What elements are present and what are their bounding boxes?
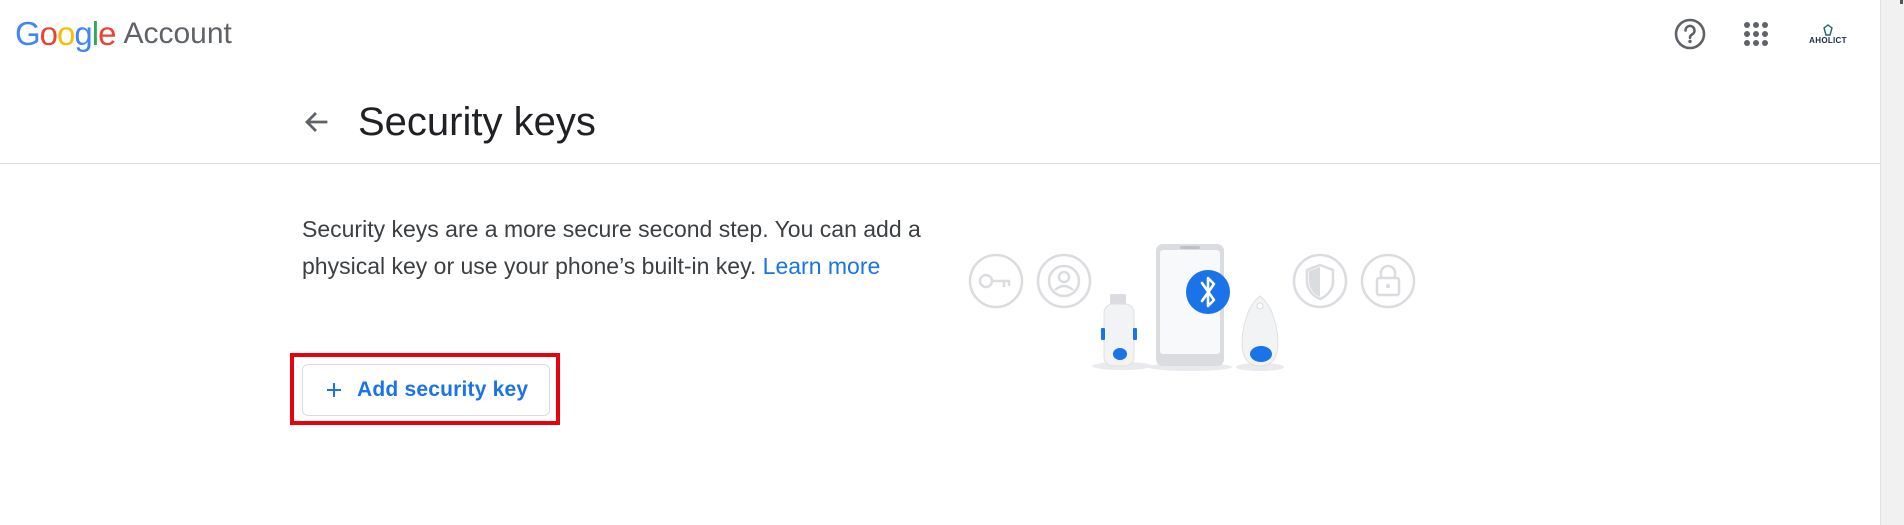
logo-letter: g	[74, 15, 92, 52]
security-keys-description: Security keys are a more secure second s…	[302, 211, 922, 285]
shield-icon	[1292, 253, 1348, 309]
product-name: Account	[123, 17, 232, 50]
fob-security-key-icon	[1236, 295, 1284, 371]
user-circle-icon	[1036, 253, 1092, 309]
usb-security-key-icon	[1092, 294, 1152, 370]
help-icon[interactable]	[1670, 14, 1710, 54]
logo-letter: G	[15, 15, 41, 52]
logo-letter: o	[39, 15, 58, 52]
security-keys-illustration	[968, 244, 1416, 371]
top-header: Google Account AHOLICT	[0, 0, 1880, 68]
vertical-scrollbar[interactable]	[1880, 0, 1904, 525]
add-security-key-label: Add security key	[357, 378, 529, 401]
avatar-logo-mark-icon	[1823, 23, 1833, 36]
back-button[interactable]	[296, 102, 336, 142]
phone-with-bluetooth-icon	[1148, 244, 1232, 371]
add-security-key-button[interactable]: Add security key	[302, 364, 550, 416]
lock-icon	[1360, 253, 1416, 309]
google-wordmark: Google	[15, 15, 116, 53]
google-account-logo[interactable]: Google Account	[15, 14, 232, 54]
page-title-bar: Security keys	[0, 70, 1880, 164]
account-avatar[interactable]: AHOLICT	[1806, 16, 1850, 52]
logo-letter: e	[98, 15, 116, 52]
logo-letter: o	[57, 15, 75, 52]
key-icon	[968, 253, 1024, 309]
apps-grid-icon[interactable]	[1736, 14, 1776, 54]
plus-icon	[325, 381, 343, 399]
arrow-back-icon	[305, 112, 328, 132]
avatar-text: AHOLICT	[1809, 35, 1847, 45]
learn-more-link[interactable]: Learn more	[763, 253, 881, 279]
page-title: Security keys	[358, 100, 596, 144]
scrollbar-thumb[interactable]	[1900, 0, 1903, 4]
